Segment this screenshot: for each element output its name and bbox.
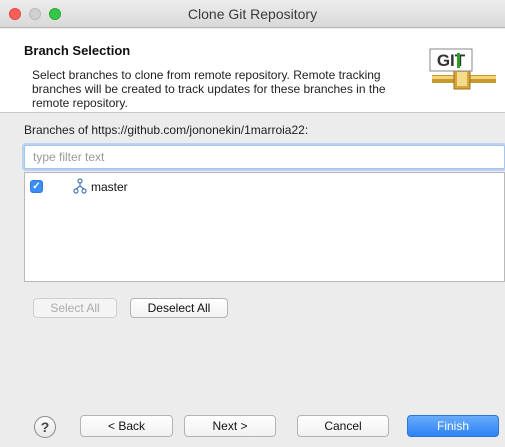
cancel-button[interactable]: Cancel (297, 415, 389, 437)
back-button[interactable]: < Back (80, 415, 173, 437)
deselect-all-button[interactable]: Deselect All (130, 298, 228, 318)
filter-input[interactable] (24, 145, 505, 169)
window-title: Clone Git Repository (187, 6, 318, 22)
select-all-button[interactable]: Select All (33, 298, 117, 318)
page-title: Branch Selection (24, 43, 131, 58)
list-item[interactable]: ✓ master (25, 176, 504, 196)
branch-name: master (91, 180, 128, 194)
page-description: Select branches to clone from remote rep… (32, 68, 386, 110)
branch-list: ✓ master (24, 172, 505, 282)
branch-checkbox[interactable]: ✓ (30, 180, 43, 193)
wizard-header: Branch Selection Select branches to clon… (0, 29, 505, 113)
title-bar: Clone Git Repository (0, 0, 505, 28)
help-icon[interactable]: ? (34, 416, 56, 438)
git-logo-icon: GIT (429, 48, 496, 90)
next-button[interactable]: Next > (184, 415, 276, 437)
git-logo-text: GIT (437, 51, 466, 70)
finish-button[interactable]: Finish (407, 415, 499, 437)
branch-icon (73, 178, 87, 194)
branches-label: Branches of https://github.com/jononekin… (24, 123, 309, 137)
